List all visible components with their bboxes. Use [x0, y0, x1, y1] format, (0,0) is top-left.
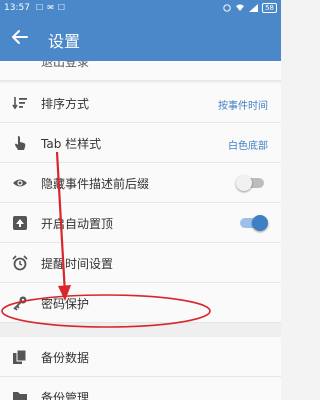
- settings-item-label: 提醒时间设置: [41, 257, 114, 271]
- settings-item-label: 备份管理: [41, 391, 90, 400]
- settings-item-hide-desc[interactable]: 隐藏事件描述前后缀: [0, 163, 281, 203]
- settings-item-reminder[interactable]: 提醒时间设置: [0, 243, 281, 283]
- settings-item-label: Tab 栏样式: [41, 137, 102, 151]
- settings-item-label: 退出登录: [41, 61, 90, 69]
- toggle-thumb: [236, 175, 252, 191]
- notification-icon: ☐: [57, 3, 66, 12]
- settings-item-label: 排序方式: [41, 97, 90, 111]
- settings-item-sort[interactable]: 排序方式 按事件时间: [0, 83, 281, 123]
- settings-item-auto-top[interactable]: 开启自动置顶: [0, 203, 281, 243]
- status-notification-icons: ☐ ✉ ☐: [36, 3, 65, 12]
- settings-item-value: 白色底部: [228, 141, 268, 152]
- upload-box-icon: [13, 216, 27, 230]
- wifi-icon: [236, 4, 245, 11]
- mail-icon: ✉: [47, 3, 54, 12]
- eye-icon: [13, 179, 27, 187]
- copy-icon: [13, 349, 27, 364]
- settings-item-backup-manage[interactable]: 备份管理: [0, 377, 281, 400]
- notification-icon: ☐: [36, 3, 44, 12]
- status-bar: 13:57 ☐ ✉ ☐ 58: [0, 0, 281, 17]
- settings-item-value: 按事件时间: [218, 101, 268, 112]
- settings-list: 退出登录 排序方式 按事件时间 Tab 栏样式 白色底部 隐藏事件描述前后缀 开…: [0, 61, 281, 400]
- folder-icon: [13, 392, 27, 400]
- app-toolbar: 设置: [0, 17, 281, 61]
- settings-item-password[interactable]: 密码保护: [0, 283, 281, 323]
- key-icon: [13, 296, 27, 311]
- status-time: 13:57: [4, 3, 30, 13]
- section-divider: [0, 323, 281, 337]
- touch-icon: [15, 136, 26, 150]
- hide-desc-toggle[interactable]: [236, 175, 267, 191]
- page-title: 设置: [48, 32, 81, 51]
- settings-item-label: 备份数据: [41, 351, 90, 365]
- settings-item-label: 开启自动置顶: [41, 217, 114, 231]
- battery-icon: 58: [262, 3, 277, 13]
- signal-icon: [249, 4, 259, 12]
- back-arrow-icon[interactable]: [10, 27, 30, 47]
- settings-item-backup[interactable]: 备份数据: [0, 337, 281, 377]
- alarm-icon: [223, 4, 231, 12]
- auto-top-toggle[interactable]: [237, 215, 268, 231]
- settings-item-label: 隐藏事件描述前后缀: [41, 177, 150, 191]
- sort-icon: [12, 97, 27, 110]
- settings-item-logout[interactable]: 退出登录: [0, 61, 281, 81]
- toggle-thumb: [252, 215, 268, 231]
- status-right-icons: 58: [223, 3, 277, 13]
- settings-item-label: 密码保护: [41, 297, 90, 311]
- alarm-clock-icon: [12, 255, 28, 271]
- settings-item-tab-style[interactable]: Tab 栏样式 白色底部: [0, 123, 281, 163]
